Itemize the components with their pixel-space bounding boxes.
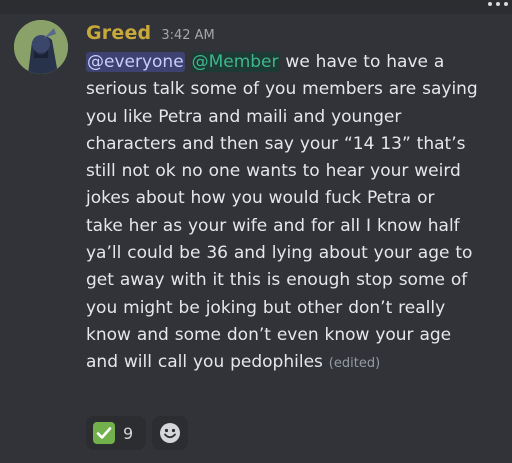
username[interactable]: Greed	[86, 22, 151, 44]
more-options-icon[interactable]	[488, 2, 508, 6]
edited-label[interactable]: (edited)	[329, 356, 380, 371]
message-line: get away with it this is enough stop som…	[86, 270, 468, 291]
add-reaction-smiley-icon	[160, 423, 180, 443]
avatar[interactable]	[14, 20, 68, 74]
message-line: still not ok no one wants to hear your w…	[86, 161, 461, 182]
message-line: take her as your wife and for all I know…	[86, 215, 460, 236]
reactions-bar: 9	[86, 416, 188, 450]
top-bar	[0, 0, 512, 14]
message-line: and will call you pedophiles	[86, 352, 323, 373]
check-reaction[interactable]: 9	[86, 416, 146, 450]
message-line: characters and then say your “14 13” tha…	[86, 133, 466, 154]
check-mark-button-icon	[93, 422, 115, 444]
message: Greed 3:42 AM @everyone @Member we have …	[86, 22, 496, 378]
timestamp[interactable]: 3:42 AM	[161, 28, 214, 43]
message-header: Greed 3:42 AM	[86, 22, 496, 46]
member-role-mention[interactable]: @Member	[190, 52, 280, 72]
message-line: serious talk some of you members are say…	[86, 79, 478, 100]
message-line: you like Petra and maili and younger	[86, 106, 402, 127]
message-line: know and some don’t even know your age	[86, 324, 452, 345]
everyone-mention[interactable]: @everyone	[86, 52, 185, 72]
message-line: ya’ll could be 36 and lying about your a…	[86, 243, 473, 264]
message-content: @everyone @Member we have to have a seri…	[86, 49, 496, 378]
message-line: we have to have a	[279, 52, 445, 72]
reaction-count: 9	[123, 423, 134, 443]
message-line: you might be joking but other don’t real…	[86, 297, 446, 318]
message-line: jokes about how you would fuck Petra or	[86, 188, 435, 209]
add-reaction-button[interactable]	[152, 416, 188, 450]
